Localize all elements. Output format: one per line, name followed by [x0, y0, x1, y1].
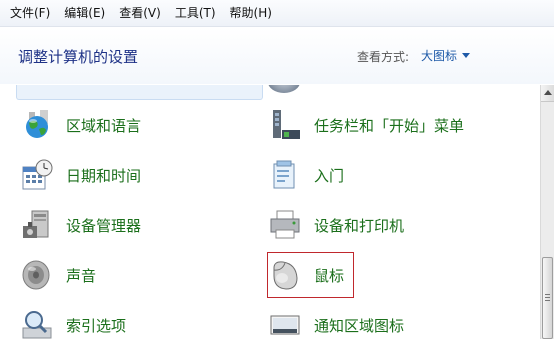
- item-taskbar-start-menu[interactable]: 任务栏和「开始」菜单: [268, 107, 464, 143]
- item-label: 区域和语言: [66, 116, 142, 135]
- caret-down-icon: [462, 53, 471, 58]
- item-label: 设备和打印机: [314, 216, 405, 235]
- item-getting-started[interactable]: 入门: [268, 157, 344, 193]
- item-label: 任务栏和「开始」菜单: [314, 116, 465, 135]
- getting-started-icon: [273, 160, 295, 189]
- vertical-scrollbar[interactable]: [540, 85, 554, 339]
- menu-file[interactable]: 文件(F): [3, 2, 57, 24]
- globe-icon: [26, 110, 48, 138]
- scroll-thumb[interactable]: [542, 257, 553, 339]
- menu-bar: 文件(F) 编辑(E) 查看(V) 工具(T) 帮助(H): [0, 0, 554, 27]
- item-date-time[interactable]: 日期和时间: [20, 157, 141, 193]
- item-label: 设备管理器: [66, 216, 142, 235]
- item-region-language[interactable]: 区域和语言: [20, 107, 141, 143]
- control-panel-items: 区域和语言 日期和时间 设备管理器 声音 索引选项 任务栏和「开始」菜单 入门 …: [0, 85, 540, 339]
- item-sound[interactable]: 声音: [20, 257, 96, 293]
- item-device-manager[interactable]: 设备管理器: [20, 207, 141, 243]
- scroll-up-arrow-icon[interactable]: [541, 85, 554, 102]
- page-title: 调整计算机的设置: [18, 48, 139, 66]
- taskbar-icon: [273, 110, 300, 139]
- item-label: 日期和时间: [66, 166, 142, 185]
- menu-view[interactable]: 查看(V): [112, 2, 168, 24]
- notification-area-icon: [270, 315, 300, 335]
- magnifier-icon: [22, 311, 52, 339]
- item-indexing-options[interactable]: 索引选项: [20, 307, 126, 339]
- view-by-label: 查看方式:: [357, 50, 410, 64]
- item-notification-area-icons[interactable]: 通知区域图标: [268, 307, 404, 339]
- partial-item-icon: [268, 85, 300, 93]
- item-label: 索引选项: [66, 316, 127, 335]
- menu-tools[interactable]: 工具(T): [168, 2, 223, 24]
- grip-icon: [545, 294, 550, 301]
- calendar-clock-icon: [22, 159, 53, 190]
- item-devices-printers[interactable]: 设备和打印机: [268, 207, 404, 243]
- menu-help[interactable]: 帮助(H): [223, 2, 279, 24]
- speaker-icon: [22, 260, 50, 290]
- view-by-value: 大图标: [421, 49, 458, 63]
- device-manager-icon: [23, 210, 49, 238]
- partial-item-highlight[interactable]: [16, 85, 263, 100]
- view-by-dropdown[interactable]: 大图标: [421, 47, 471, 64]
- item-label: 通知区域图标: [314, 316, 405, 335]
- mouse-highlight-box: [267, 252, 354, 298]
- item-label: 声音: [66, 266, 97, 285]
- printer-icon: [270, 210, 300, 239]
- item-label: 入门: [314, 166, 345, 185]
- menu-edit[interactable]: 编辑(E): [57, 2, 112, 24]
- control-panel-header: 调整计算机的设置 查看方式: 大图标: [0, 28, 554, 84]
